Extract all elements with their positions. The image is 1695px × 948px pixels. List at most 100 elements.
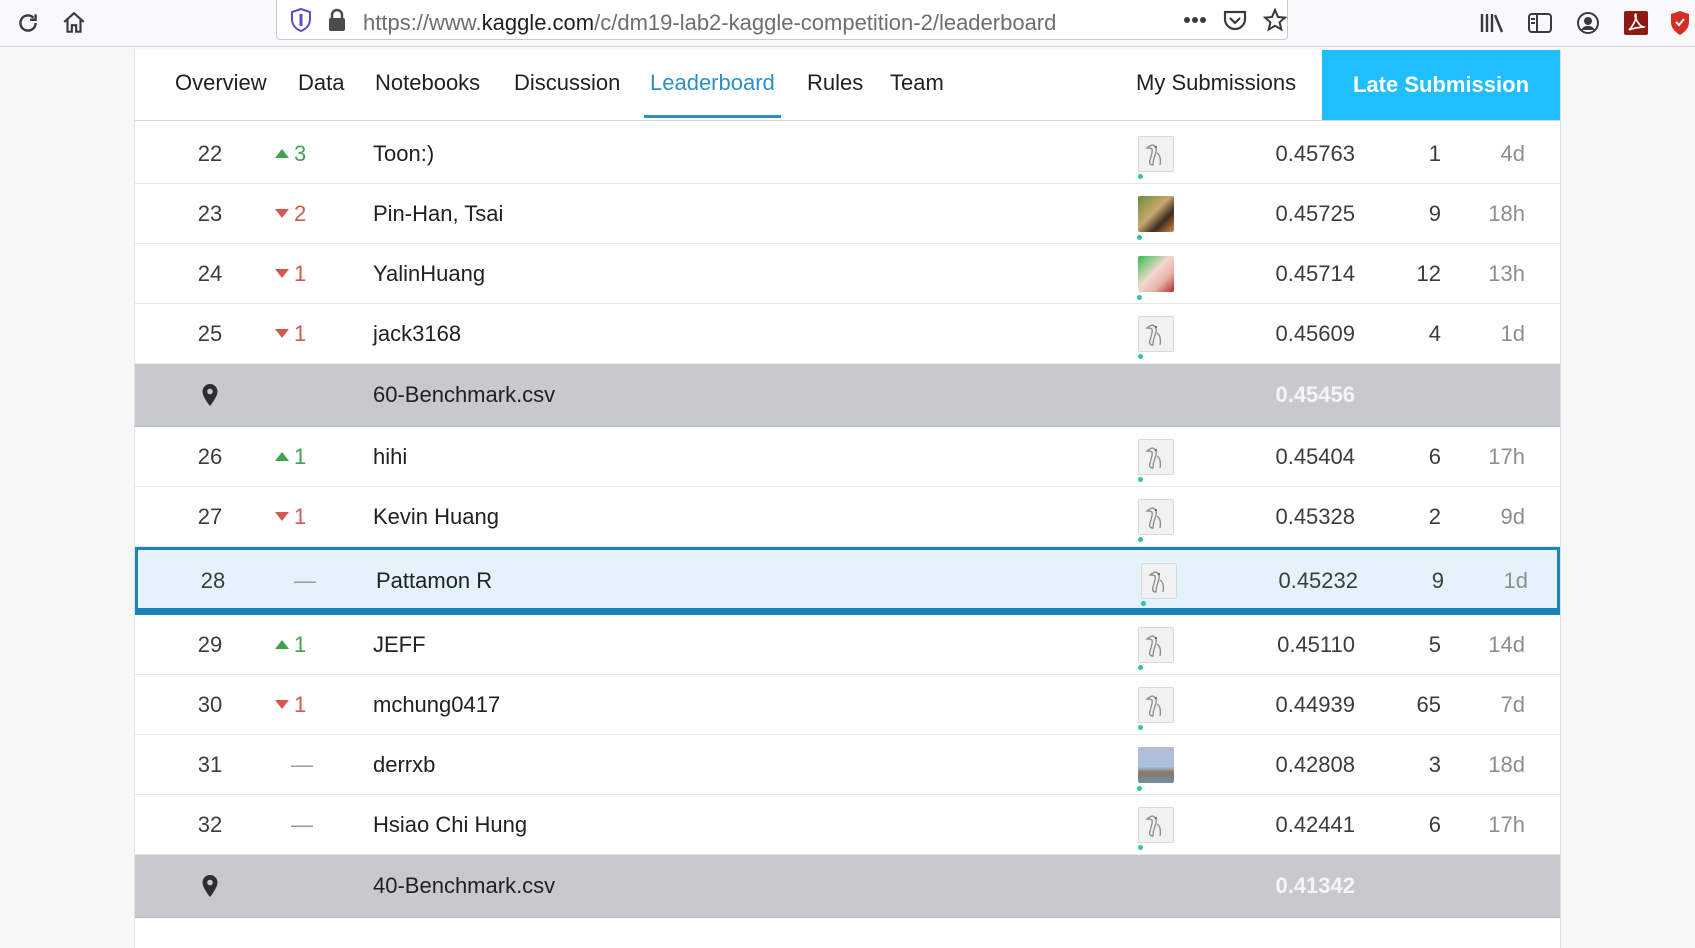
benchmark-row[interactable]: 60-Benchmark.csv 0.45456: [135, 364, 1560, 427]
table-row[interactable]: 32 — Hsiao Chi Hung 0.42441 6 17h: [135, 795, 1560, 855]
rank-down-icon: [275, 209, 289, 218]
tab-team[interactable]: Team: [890, 70, 944, 96]
avatar[interactable]: [1137, 195, 1174, 240]
table-row[interactable]: 29 1 JEFF 0.45110 5 14d: [135, 615, 1560, 675]
tab-my-submissions[interactable]: My Submissions: [1136, 70, 1296, 96]
rank-down-icon: [275, 269, 289, 278]
team-member-avatar[interactable]: [1141, 550, 1181, 612]
team-member-avatar[interactable]: [1138, 675, 1178, 734]
benchmark-score: 0.41342: [1275, 873, 1355, 898]
team-member-avatar[interactable]: [1138, 124, 1178, 183]
online-status-dot: [1141, 601, 1146, 606]
default-avatar-icon[interactable]: [1138, 438, 1174, 482]
table-row[interactable]: 25 1 jack3168 0.45609 4 1d: [135, 304, 1560, 364]
table-row[interactable]: 30 1 mchung0417 0.44939 65 7d: [135, 675, 1560, 735]
team-name[interactable]: Toon:): [373, 124, 434, 183]
rank-change-value: 1: [294, 631, 307, 657]
entries-count: 6: [1428, 443, 1441, 469]
table-row[interactable]: 24 1 YalinHuang 0.45714 12 13h: [135, 244, 1560, 304]
team-name[interactable]: Pattamon R: [376, 550, 492, 612]
rank-change: 1: [275, 427, 335, 486]
team-member-avatar[interactable]: [1138, 487, 1178, 546]
team-member-avatar[interactable]: [1137, 244, 1178, 303]
last-submission: 7d: [1500, 691, 1525, 717]
tab-rules[interactable]: Rules: [807, 70, 863, 96]
library-icon[interactable]: [1474, 5, 1510, 41]
extension-shield-icon[interactable]: [1662, 5, 1695, 41]
lock-icon[interactable]: [323, 6, 351, 34]
url-text[interactable]: https://www.kaggle.com/c/dm19-lab2-kaggl…: [363, 10, 1056, 36]
team-member-avatar[interactable]: [1138, 304, 1178, 363]
tab-leaderboard[interactable]: Leaderboard: [650, 70, 775, 96]
reload-icon[interactable]: [10, 5, 46, 41]
default-avatar-icon[interactable]: [1138, 135, 1174, 179]
pocket-icon[interactable]: [1221, 6, 1249, 34]
sidebar-icon[interactable]: [1522, 5, 1558, 41]
home-icon[interactable]: [56, 5, 92, 41]
tab-notebooks[interactable]: Notebooks: [375, 70, 480, 96]
table-row[interactable]: 31 — derrxb 0.42808 3 18d: [135, 735, 1560, 795]
tab-discussion[interactable]: Discussion: [514, 70, 620, 96]
star-icon[interactable]: [1261, 6, 1289, 34]
benchmark-row[interactable]: 40-Benchmark.csv 0.41342: [135, 855, 1560, 918]
team-member-avatar[interactable]: [1138, 795, 1178, 854]
team-name[interactable]: Hsiao Chi Hung: [373, 795, 527, 854]
entries-count: 6: [1428, 811, 1441, 837]
rank-up-icon: [275, 149, 289, 158]
table-row[interactable]: 26 1 hihi 0.45404 6 17h: [135, 427, 1560, 487]
team-name[interactable]: hihi: [373, 427, 407, 486]
rank-change: —: [275, 795, 351, 854]
account-icon[interactable]: [1570, 5, 1606, 41]
more-icon[interactable]: [1181, 6, 1209, 34]
rank-change: 1: [275, 244, 335, 303]
default-avatar-icon[interactable]: [1141, 563, 1177, 606]
team-name[interactable]: derrxb: [373, 735, 435, 794]
default-avatar-icon[interactable]: [1138, 498, 1174, 542]
rank-change-value: 1: [294, 443, 307, 469]
address-bar[interactable]: https://www.kaggle.com/c/dm19-lab2-kaggl…: [276, 0, 1288, 40]
online-status-dot: [1138, 724, 1143, 730]
team-name[interactable]: Kevin Huang: [373, 487, 499, 546]
last-submission: 1d: [1500, 320, 1525, 346]
rank-change-value: 1: [294, 260, 307, 286]
default-avatar-icon[interactable]: [1138, 686, 1174, 730]
entries-count: 65: [1416, 691, 1441, 717]
online-status-dot: [1138, 844, 1143, 850]
rank: 27: [197, 503, 223, 529]
late-submission-button[interactable]: Late Submission: [1322, 50, 1560, 120]
pdf-icon[interactable]: [1618, 5, 1654, 41]
team-name[interactable]: YalinHuang: [373, 244, 485, 303]
entries-count: 9: [1428, 200, 1441, 226]
tab-overview[interactable]: Overview: [175, 70, 267, 96]
score: 0.42808: [1275, 751, 1355, 777]
team-name[interactable]: Pin-Han, Tsai: [373, 184, 503, 243]
score: 0.45404: [1275, 443, 1355, 469]
table-row[interactable]: 27 1 Kevin Huang 0.45328 2 9d: [135, 487, 1560, 547]
table-row[interactable]: 22 3 Toon:) 0.45763 1 4d: [135, 124, 1560, 184]
avatar[interactable]: [1137, 255, 1174, 300]
entries-count: 1: [1428, 140, 1441, 166]
team-member-avatar[interactable]: [1137, 184, 1178, 243]
default-avatar-icon[interactable]: [1138, 626, 1174, 670]
active-tab-indicator: [644, 115, 781, 118]
table-row[interactable]: 23 2 Pin-Han, Tsai 0.45725 9 18h: [135, 184, 1560, 244]
default-avatar-icon[interactable]: [1138, 315, 1174, 359]
team-name[interactable]: JEFF: [373, 615, 426, 674]
team-member-avatar[interactable]: [1137, 735, 1178, 794]
rank-up-icon: [275, 640, 289, 649]
my-team-row[interactable]: 28 — Pattamon R 0.45232 9 1d: [135, 547, 1560, 615]
entries-count: 3: [1428, 751, 1441, 777]
shield-icon[interactable]: [287, 6, 315, 34]
team-name[interactable]: jack3168: [373, 304, 461, 363]
benchmark-score: 0.45456: [1275, 382, 1355, 407]
avatar[interactable]: [1137, 746, 1174, 791]
default-avatar-icon[interactable]: [1138, 806, 1174, 850]
team-member-avatar[interactable]: [1138, 427, 1178, 486]
last-submission: 9d: [1500, 503, 1525, 529]
tab-data[interactable]: Data: [298, 70, 344, 96]
rank-up-icon: [275, 452, 289, 461]
team-member-avatar[interactable]: [1138, 615, 1178, 674]
team-name[interactable]: mchung0417: [373, 675, 500, 734]
rank: 26: [197, 443, 223, 469]
rank-change-value: —: [294, 568, 316, 593]
